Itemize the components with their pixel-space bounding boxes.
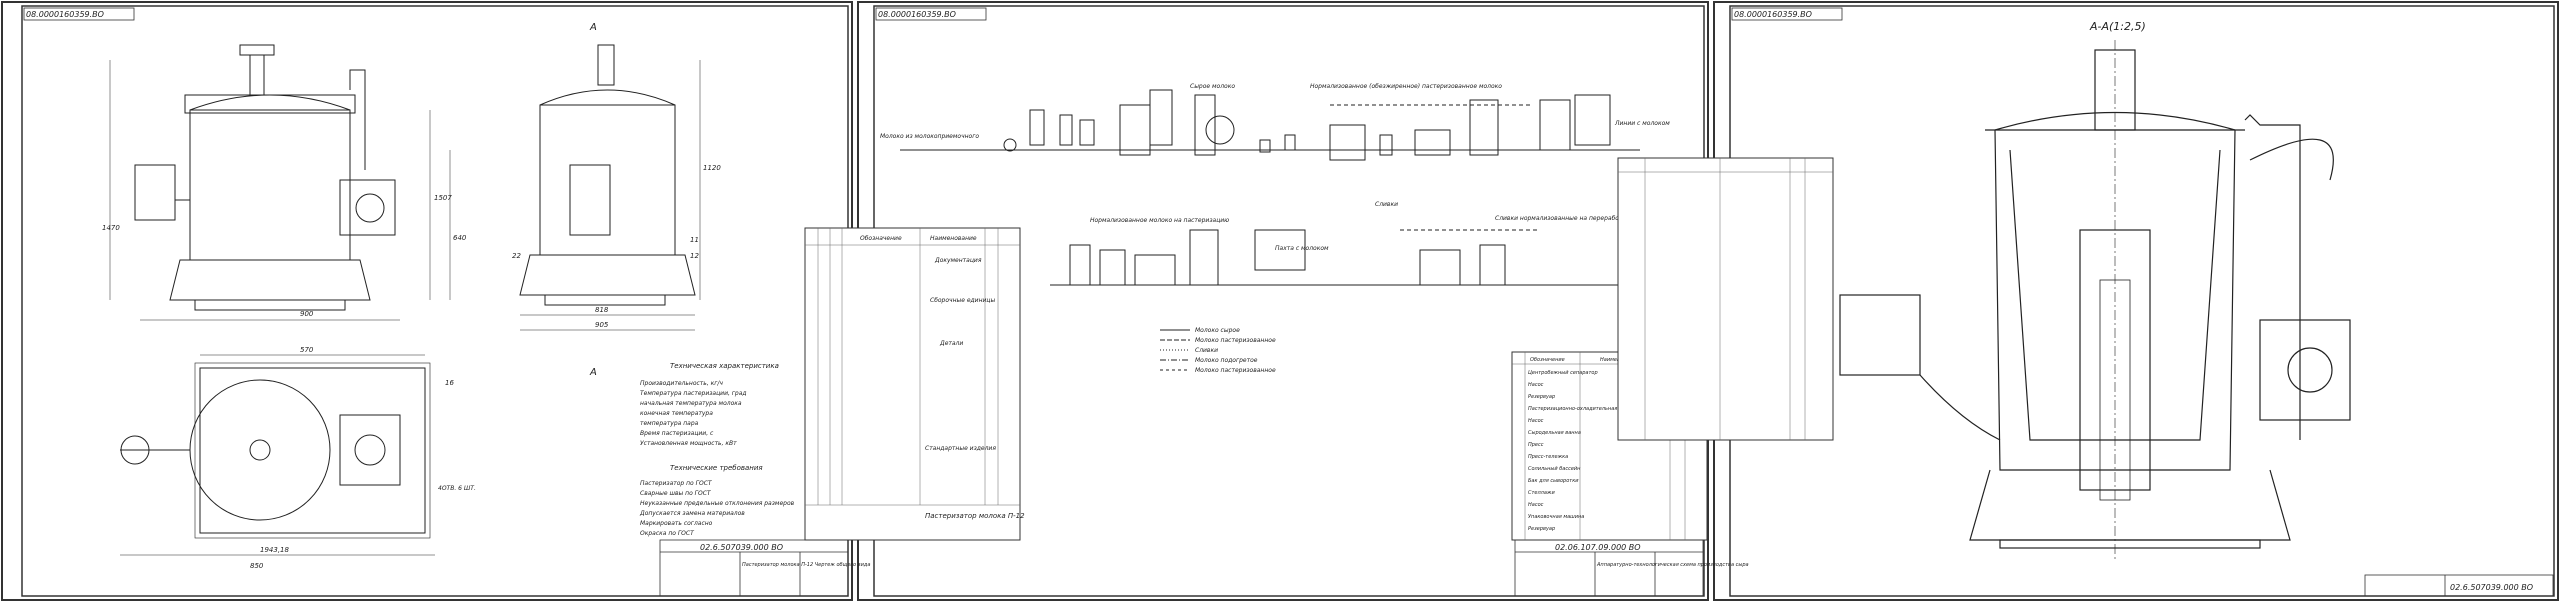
dim-22: 22 <box>512 252 521 260</box>
tech-title: Техническая характеристика <box>670 362 779 370</box>
dim-640: 640 <box>453 234 467 242</box>
equip-item: Резервуар <box>1528 526 1555 532</box>
dim-570: 570 <box>300 346 314 354</box>
dim-850: 850 <box>250 562 264 570</box>
legend-item: Сливки <box>1195 347 1218 354</box>
req-line: Маркировать согласно <box>640 520 713 527</box>
tech-line: Установленная мощность, кВт <box>640 440 737 447</box>
equip-item: Пресс-тележка <box>1528 454 1568 460</box>
dim-12: 12 <box>690 252 699 260</box>
title-name-2: Аппаратурно-технологическая схема произв… <box>1596 562 1749 568</box>
equip-item: Упаковочная машина <box>1528 514 1584 520</box>
label-whey: Сливки <box>1375 201 1398 208</box>
tech-line: Температура пастеризации, град <box>640 390 747 397</box>
flow-legend <box>1160 329 1190 371</box>
label-normalized-2: Нормализованное молоко на пастеризацию <box>1090 217 1229 224</box>
req-line: Сварные швы по ГОСТ <box>640 490 712 497</box>
spec-title: Пастеризатор молока П-12 <box>925 512 1025 520</box>
label-lines-to: Линии с молоком <box>1614 120 1670 127</box>
section-mark-bottom: А <box>589 367 597 378</box>
spec-head-name: Наименование <box>930 235 977 242</box>
equip-item: Стеллажи <box>1528 490 1555 496</box>
legend-item: Молоко подогретое <box>1195 357 1258 364</box>
spec-section: Документация <box>934 257 982 264</box>
tech-line: температура пара <box>640 420 699 427</box>
callout-16: 16 <box>445 379 454 387</box>
dim-1943: 1943,18 <box>260 546 289 554</box>
equip-item: Бак для сыворотки <box>1528 478 1579 484</box>
tech-line: Производительность, кг/ч <box>640 380 723 387</box>
equip-head: Обозначение <box>1530 357 1565 363</box>
section-view <box>1839 40 2351 560</box>
tech-line: Время пастеризации, с <box>640 430 714 437</box>
req-title: Технические требования <box>670 464 763 472</box>
label-milk-in: Молоко из молокоприемочного <box>880 133 979 140</box>
dim-1507: 1507 <box>434 194 452 202</box>
sheet1-code: 08.0000160359.ВО <box>26 10 104 19</box>
equip-item: Сыродельная ванна <box>1528 430 1581 436</box>
req-line: Пастеризатор по ГОСТ <box>640 480 713 487</box>
dim-1470: 1470 <box>102 224 120 232</box>
sheet2-code: 08.0000160359.ВО <box>878 10 956 19</box>
drawing-canvas: 08.0000160359.ВО 08.0000160359.ВО 08.000… <box>1 1 2559 601</box>
sheet3-code: 08.0000160359.ВО <box>1734 10 1812 19</box>
spec-section: Сборочные единицы <box>930 297 995 304</box>
equip-item: Пресс <box>1528 442 1544 448</box>
spec-sheet <box>804 227 1021 541</box>
tech-line: начальная температура молока <box>640 400 742 407</box>
tech-lines: Производительность, кг/ч Температура пас… <box>640 380 747 447</box>
spec-section: Детали <box>939 340 963 347</box>
spec-head-designation: Обозначение <box>860 235 902 242</box>
dim-900: 900 <box>300 310 314 318</box>
front-view <box>109 44 451 321</box>
legend-item: Молоко сырое <box>1195 327 1240 334</box>
dim-1120: 1120 <box>703 164 721 172</box>
legend-item: Молоко пастеризованное <box>1195 367 1276 374</box>
req-line: Окраска по ГОСТ <box>640 530 695 537</box>
label-starter: Сырое молоко <box>1190 83 1235 90</box>
section-mark-top: А <box>589 22 597 33</box>
equip-item: Насос <box>1528 418 1544 424</box>
equip-item: Насос <box>1528 382 1544 388</box>
title-code-2: 02.06.107.09.000 ВО <box>1555 543 1641 552</box>
title-code-1: 02.6.507039.000 ВО <box>700 543 783 552</box>
label-lines2: Пахта с молоком <box>1275 245 1329 252</box>
equip-item: Солильный бассейн <box>1528 466 1581 472</box>
dim-905: 905 <box>595 321 609 329</box>
tech-line: конечная температура <box>640 410 713 417</box>
equip-item: Насос <box>1528 502 1544 508</box>
dim-818: 818 <box>595 306 609 314</box>
section-title: А-А(1:2,5) <box>2089 20 2146 33</box>
title-code-3: 02.6.507039.000 ВО <box>2450 583 2533 592</box>
legend-item: Молоко пастеризованное <box>1195 337 1276 344</box>
equip-item: Резервуар <box>1528 394 1555 400</box>
title-name-1: Пастеризатор молока П-12 Чертеж общего в… <box>742 562 870 568</box>
spec-section: Стандартные изделия <box>925 445 996 452</box>
equip-item: Центробежный сепаратор <box>1528 370 1598 376</box>
dim-11: 11 <box>690 236 699 244</box>
req-line: Неуказанные предельные отклонения размер… <box>640 500 795 507</box>
label-cream-out: Сливки нормализованные на переработку <box>1495 215 1630 222</box>
req-lines: Пастеризатор по ГОСТ Сварные швы по ГОСТ… <box>639 480 795 537</box>
req-line: Допускается замена материалов <box>639 510 745 517</box>
side-view <box>519 44 701 331</box>
label-normalized: Нормализованное (обезжиренное) пастеризо… <box>1310 83 1502 90</box>
callout-holes: 4ОТВ. 6 ШТ. <box>438 485 476 492</box>
top-view <box>120 354 435 556</box>
spec-sheet-2 <box>1617 157 1834 441</box>
